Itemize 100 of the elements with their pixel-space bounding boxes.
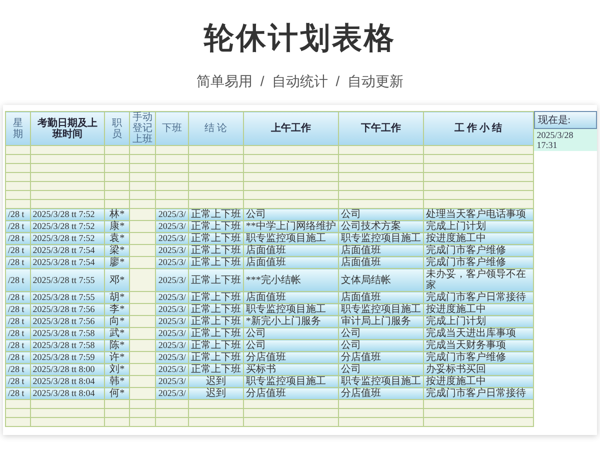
table-cell: 公司: [338, 340, 424, 352]
table-cell: /28 t: [6, 268, 30, 292]
page-subtitle: 简单易用 / 自动统计 / 自动更新: [196, 73, 404, 91]
table-cell: *新完小上门服务: [243, 316, 338, 328]
table-cell: 正常上下班: [188, 340, 244, 352]
table-cell: 邓*: [104, 268, 130, 292]
table-cell: 2025/3/28 tt 7:54: [30, 256, 105, 268]
table-cell: 文体局结帐: [338, 268, 424, 292]
table-cell: 迟到: [188, 388, 244, 400]
table-cell: 2025/3/28 tt 7:58: [30, 340, 105, 352]
table-cell: 职专监控项目施工: [243, 376, 338, 388]
table-cell: 正常上下班: [188, 256, 244, 268]
table-cell: /28 t: [6, 364, 30, 376]
table-cell: /28 t: [6, 244, 30, 256]
table-cell: 2025/3/28 tt 7:59: [30, 352, 105, 364]
table-cell: 办妥标书买回: [423, 364, 534, 376]
now-label: 现在是:: [534, 111, 597, 129]
table-cell: 完成上门计划: [423, 220, 534, 232]
table-cell: 完成门市客户维修: [423, 352, 534, 364]
table-cell: 职专监控项目施工: [338, 376, 424, 388]
table-cell: 迟到: [188, 376, 244, 388]
table-cell: 按进度施工中: [423, 232, 534, 244]
table-cell: 正常上下班: [188, 208, 244, 220]
table-cell: 审计局上门服务: [338, 316, 424, 328]
table-cell: 正常上下班: [188, 220, 244, 232]
table-cell: 按进度施工中: [423, 376, 534, 388]
table-cell: 公司: [338, 328, 424, 340]
table-cell: 正常上下班: [188, 328, 244, 340]
table-cell: /28 t: [6, 352, 30, 364]
current-time: 2025/3/28 17:31: [534, 129, 597, 151]
page-title: 轮休计划表格: [204, 21, 396, 57]
table-cell: 按进度施工中: [423, 304, 534, 316]
table-cell: /28 t: [6, 388, 30, 400]
table-cell: 2025/3/28 tt 7:55: [30, 292, 105, 304]
table-cell: 分店值班: [338, 388, 424, 400]
column-header: 结 论: [188, 112, 244, 146]
table-cell: 完成上门计划: [423, 316, 534, 328]
table-cell: 2025/3/28 tt 7:52: [30, 220, 105, 232]
table-cell: 店面值班: [243, 244, 338, 256]
table-cell: 2025/3/28 tt 8:00: [30, 364, 105, 376]
table-cell: **中学上门网络维护: [243, 220, 338, 232]
column-header: 职员: [104, 112, 130, 146]
table-cell: 2025/3/28 tt 7:52: [30, 208, 105, 220]
table-cell: 店面值班: [338, 244, 424, 256]
table-cell: 公司: [243, 208, 338, 220]
table-cell: 处理当天客户电话事项: [423, 208, 534, 220]
table-cell: 公司: [338, 208, 424, 220]
table-cell: 分店值班: [243, 388, 338, 400]
table-cell: 完成当天财务事项: [423, 340, 534, 352]
column-header: 考勤日期及上班时间: [30, 112, 105, 146]
table-cell: 2025/3/28 tt 8:04: [30, 376, 105, 388]
table-cell: 完成门市客户日常接待: [423, 388, 534, 400]
table-cell: 2025/3/28 tt 8:04: [30, 388, 105, 400]
table-cell: 正常上下班: [188, 244, 244, 256]
table-cell: 职专监控项目施工: [338, 304, 424, 316]
table-cell: 正常上下班: [188, 364, 244, 376]
table-cell: /28 t: [6, 376, 30, 388]
table-cell: 店面值班: [243, 256, 338, 268]
table-cell: 正常上下班: [188, 292, 244, 304]
table-cell: 职专监控项目施工: [243, 304, 338, 316]
table-cell: 2025/3/: [156, 268, 188, 292]
table-cell: 2025/3/28 tt 7:52: [30, 232, 105, 244]
table-cell: /28 t: [6, 208, 30, 220]
table-cell: 正常上下班: [188, 232, 244, 244]
table-cell: 2025/3/28 tt 7:55: [30, 268, 105, 292]
table-cell: 完成门市客户维修: [423, 244, 534, 256]
table-cell: 2025/3/28 tt 7:54: [30, 244, 105, 256]
table-cell: 公司技术方案: [338, 220, 424, 232]
column-header: 上午工作: [243, 112, 338, 146]
column-header: 下班: [156, 112, 188, 146]
table-cell: 2025/3/28 tt 7:56: [30, 304, 105, 316]
column-header: 工 作 小 结: [423, 112, 534, 146]
table-cell: 2025/3/28 tt 7:58: [30, 328, 105, 340]
table-cell: 完成门市客户维修: [423, 256, 534, 268]
table-cell: /28 t: [6, 304, 30, 316]
table-cell: /28 t: [6, 316, 30, 328]
table-cell: 职专监控项目施工: [243, 232, 338, 244]
table-cell: 公司: [338, 364, 424, 376]
table-cell: /28 t: [6, 328, 30, 340]
table-cell: 公司: [243, 340, 338, 352]
table-cell: 店面值班: [243, 292, 338, 304]
table-cell: /28 t: [6, 292, 30, 304]
table-cell: 正常上下班: [188, 304, 244, 316]
column-header: 手动登记上班: [130, 112, 156, 146]
table-cell: 买标书: [243, 364, 338, 376]
column-header: 星期: [6, 112, 30, 146]
table-cell: 完成门市客户日常接待: [423, 292, 534, 304]
table-cell: 公司: [243, 328, 338, 340]
table-cell: /28 t: [6, 232, 30, 244]
table-cell: 分店值班: [243, 352, 338, 364]
table-cell: 正常上下班: [188, 268, 244, 292]
table-cell: /28 t: [6, 256, 30, 268]
table-cell: 正常上下班: [188, 316, 244, 328]
table-cell: 2025/3/28 tt 7:56: [30, 316, 105, 328]
table-cell: 分店值班: [338, 352, 424, 364]
table-cell: 店面值班: [338, 256, 424, 268]
table-cell: 职专监控项目施工: [338, 232, 424, 244]
table-cell: 店面值班: [338, 292, 424, 304]
table-cell: 未办妥，客户领导不在家: [423, 268, 534, 292]
column-header: 下午工作: [338, 112, 424, 146]
